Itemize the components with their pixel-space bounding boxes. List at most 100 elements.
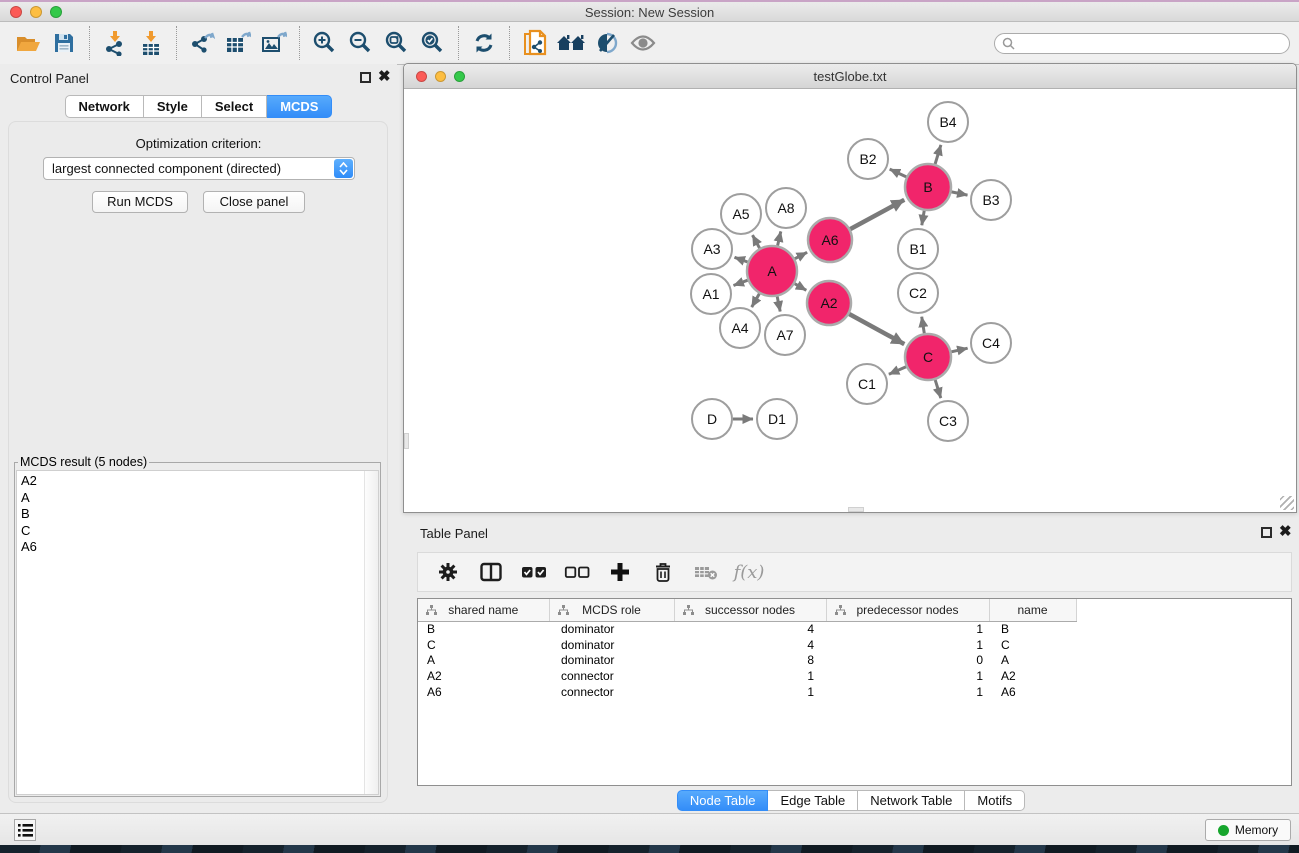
cell[interactable]: 8 xyxy=(674,652,826,668)
tab-select[interactable]: Select xyxy=(202,95,267,118)
float-table-panel-icon[interactable] xyxy=(1261,527,1272,538)
table-row[interactable]: A2connector11A2 xyxy=(418,668,1292,684)
export-image-button[interactable] xyxy=(256,24,292,62)
edge-C-C4[interactable] xyxy=(951,348,967,352)
graph-node-C2[interactable]: C2 xyxy=(898,273,938,313)
table-row[interactable]: A6connector11A6 xyxy=(418,684,1292,700)
graph-node-B3[interactable]: B3 xyxy=(971,180,1011,220)
float-panel-icon[interactable] xyxy=(360,72,371,83)
cell[interactable]: 0 xyxy=(826,652,989,668)
graph-node-A2[interactable]: A2 xyxy=(807,281,851,325)
cell[interactable]: dominator xyxy=(549,621,674,637)
cell[interactable]: A xyxy=(418,652,549,668)
cell[interactable]: 1 xyxy=(826,621,989,637)
column-header-predecessor-nodes[interactable]: predecessor nodes xyxy=(826,599,989,621)
zoom-selected-button[interactable] xyxy=(415,24,451,62)
deselect-all-columns-button[interactable] xyxy=(564,553,590,591)
edge-C-C2[interactable] xyxy=(922,317,925,334)
graph-node-D[interactable]: D xyxy=(692,399,732,439)
tab-style[interactable]: Style xyxy=(144,95,202,118)
graph-node-C[interactable]: C xyxy=(905,334,951,380)
search-field[interactable] xyxy=(994,33,1290,54)
edge-B-B2[interactable] xyxy=(890,169,907,177)
tab-motifs[interactable]: Motifs xyxy=(965,790,1025,811)
new-network-button[interactable] xyxy=(517,24,553,62)
edge-C-C3[interactable] xyxy=(935,380,941,398)
cell[interactable]: A6 xyxy=(989,684,1076,700)
cell[interactable]: C xyxy=(418,637,549,653)
cell[interactable]: 4 xyxy=(674,637,826,653)
cell[interactable]: connector xyxy=(549,684,674,700)
column-header-shared-name[interactable]: shared name xyxy=(418,599,549,621)
edge-A-A5[interactable] xyxy=(753,235,760,248)
table-row[interactable]: Adominator80A xyxy=(418,652,1292,668)
cell[interactable]: 1 xyxy=(674,668,826,684)
export-table-button[interactable] xyxy=(220,24,256,62)
edge-A-A4[interactable] xyxy=(752,294,760,307)
run-mcds-button[interactable]: Run MCDS xyxy=(92,191,188,213)
graph-node-A5[interactable]: A5 xyxy=(721,194,761,234)
edge-A-A6[interactable] xyxy=(795,252,807,258)
edge-A-A1[interactable] xyxy=(734,280,748,285)
memory-button[interactable]: Memory xyxy=(1205,819,1291,841)
list-scrollbar[interactable] xyxy=(364,471,378,794)
zoom-in-button[interactable] xyxy=(307,24,343,62)
apply-function-button[interactable]: f(x) xyxy=(736,553,762,591)
table-row[interactable]: Cdominator41C xyxy=(418,637,1292,653)
cell[interactable]: 1 xyxy=(674,684,826,700)
import-table-button[interactable] xyxy=(133,24,169,62)
tab-edge-table[interactable]: Edge Table xyxy=(768,790,858,811)
open-session-button[interactable] xyxy=(10,24,46,62)
delete-column-button[interactable] xyxy=(650,553,676,591)
cell[interactable]: 4 xyxy=(674,621,826,637)
refresh-button[interactable] xyxy=(466,24,502,62)
cell[interactable]: dominator xyxy=(549,652,674,668)
edge-A-A7[interactable] xyxy=(777,297,780,312)
graph-node-A7[interactable]: A7 xyxy=(765,315,805,355)
cell[interactable]: A2 xyxy=(418,668,549,684)
cell[interactable]: connector xyxy=(549,668,674,684)
cell[interactable]: C xyxy=(989,637,1076,653)
edge-A6-B[interactable] xyxy=(850,200,904,229)
close-table-panel-icon[interactable]: ✖ xyxy=(1279,524,1292,540)
column-header-MCDS-role[interactable]: MCDS role xyxy=(549,599,674,621)
table-row[interactable]: Bdominator41B xyxy=(418,621,1292,637)
cell[interactable]: 1 xyxy=(826,637,989,653)
mcds-result-item[interactable]: A2 xyxy=(21,473,378,490)
edge-B-B4[interactable] xyxy=(935,145,941,164)
close-panel-button[interactable]: Close panel xyxy=(203,191,305,213)
tab-network[interactable]: Network xyxy=(65,95,144,118)
edge-B-B1[interactable] xyxy=(922,211,924,226)
criterion-dropdown[interactable]: largest connected component (directed) xyxy=(43,157,355,180)
cell[interactable]: A2 xyxy=(989,668,1076,684)
graph-node-A8[interactable]: A8 xyxy=(766,188,806,228)
zoom-fit-button[interactable] xyxy=(379,24,415,62)
mcds-result-item[interactable]: C xyxy=(21,523,378,540)
column-header-name[interactable]: name xyxy=(989,599,1076,621)
add-column-button[interactable] xyxy=(607,553,633,591)
table-settings-button[interactable] xyxy=(435,553,461,591)
close-panel-icon[interactable]: ✖ xyxy=(378,69,391,85)
network-canvas[interactable]: AA1A2A3A4A5A6A7A8BB1B2B3B4CC1C2C3C4DD1 xyxy=(404,89,1296,512)
import-network-button[interactable] xyxy=(97,24,133,62)
mcds-result-list[interactable]: A2ABCA6 xyxy=(16,470,379,795)
cell[interactable]: 1 xyxy=(826,684,989,700)
edge-A-A3[interactable] xyxy=(735,257,748,262)
graph-node-C1[interactable]: C1 xyxy=(847,364,887,404)
graph-node-C4[interactable]: C4 xyxy=(971,323,1011,363)
node-table[interactable]: shared nameMCDS rolesuccessor nodesprede… xyxy=(417,598,1292,786)
graph-node-C3[interactable]: C3 xyxy=(928,401,968,441)
save-session-button[interactable] xyxy=(46,24,82,62)
search-input[interactable] xyxy=(1015,37,1265,51)
tab-node-table[interactable]: Node Table xyxy=(677,790,769,811)
toggle-graphics-details-button[interactable] xyxy=(589,24,625,62)
graph-node-D1[interactable]: D1 xyxy=(757,399,797,439)
graph-node-A1[interactable]: A1 xyxy=(691,274,731,314)
mcds-result-item[interactable]: B xyxy=(21,506,378,523)
edge-A-A2[interactable] xyxy=(795,284,807,291)
graph-node-B4[interactable]: B4 xyxy=(928,102,968,142)
tab-mcds[interactable]: MCDS xyxy=(267,95,332,118)
horizontal-scrollbar[interactable] xyxy=(848,507,864,512)
graph-node-A3[interactable]: A3 xyxy=(692,229,732,269)
zoom-out-button[interactable] xyxy=(343,24,379,62)
